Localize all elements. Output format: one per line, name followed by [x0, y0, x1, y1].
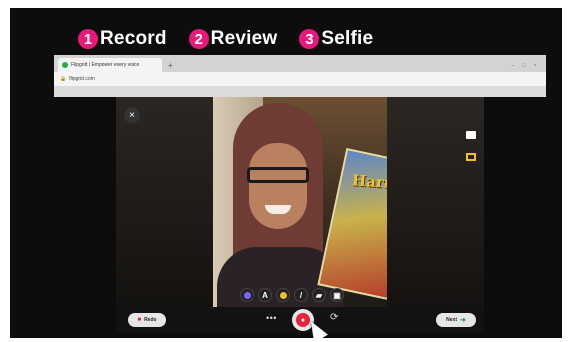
- sticker-button[interactable]: ▰: [312, 288, 326, 302]
- browser-tab[interactable]: Flipgrid | Empower every voice: [58, 58, 162, 72]
- next-button[interactable]: Next ➜: [436, 313, 476, 327]
- tab-title: Flipgrid | Empower every voice: [71, 62, 140, 68]
- color-swatch-icon: [243, 291, 251, 299]
- color-picker-button[interactable]: [240, 288, 254, 302]
- step-label: Record: [100, 28, 167, 49]
- book-icon[interactable]: [466, 131, 476, 139]
- address-bar[interactable]: 🔒 flipgrid.com: [54, 72, 546, 86]
- video-blur-right: [387, 97, 484, 307]
- emoji-icon: [279, 291, 287, 299]
- book-cover: Harry: [317, 148, 387, 302]
- redo-label: Redo: [144, 317, 157, 323]
- board-button[interactable]: ▣: [330, 288, 344, 302]
- step-number: 2: [188, 29, 209, 49]
- step-number: 3: [299, 29, 320, 49]
- step-number: 1: [78, 29, 98, 49]
- trash-icon: ■: [137, 317, 142, 323]
- person-face: [249, 143, 307, 229]
- camera-preview: Harry: [213, 97, 387, 307]
- flipgrid-favicon-icon: [62, 62, 68, 68]
- screenshot-frame: 1 Record 2 Review 3 Selfie Flipgrid | Em…: [10, 8, 562, 338]
- pen-tool-button[interactable]: /: [294, 288, 308, 302]
- step-label: Review: [210, 28, 278, 49]
- sticky-note-icon[interactable]: [466, 153, 476, 161]
- step-record: 1 Record: [78, 28, 167, 50]
- flip-camera-button[interactable]: ⟳: [330, 312, 338, 323]
- recorder-panel: Harry × A / ▰ ▣ ■ Redo ••• ● ⟳ Next ➜: [116, 97, 484, 333]
- redo-button[interactable]: ■ Redo: [128, 313, 166, 327]
- text-tool-button[interactable]: A: [258, 288, 272, 302]
- emoji-button[interactable]: [276, 288, 290, 302]
- person-glasses: [247, 167, 309, 183]
- recorder-controls: ■ Redo ••• ● ⟳ Next ➜: [116, 307, 484, 333]
- side-toolbar: [466, 131, 476, 161]
- video-blur-left: [116, 97, 213, 307]
- url-text: flipgrid.com: [69, 76, 95, 82]
- book-title: Harry: [351, 171, 387, 193]
- next-label: Next: [446, 317, 457, 323]
- step-review: 2 Review: [188, 28, 278, 50]
- window-controls[interactable]: – □ ×: [511, 63, 540, 69]
- step-indicator: 1 Record 2 Review 3 Selfie: [78, 24, 395, 54]
- step-label: Selfie: [321, 28, 374, 49]
- close-button[interactable]: ×: [124, 107, 140, 123]
- new-tab-button[interactable]: +: [168, 61, 173, 70]
- effects-toolbar: A / ▰ ▣: [240, 288, 344, 302]
- more-options-button[interactable]: •••: [266, 313, 277, 323]
- lock-icon: 🔒: [60, 76, 67, 82]
- browser-window: Flipgrid | Empower every voice + – □ × 🔒…: [54, 55, 546, 97]
- tab-strip: Flipgrid | Empower every voice + – □ ×: [54, 55, 546, 72]
- arrow-right-icon: ➜: [459, 317, 466, 324]
- step-selfie: 3 Selfie: [299, 28, 373, 50]
